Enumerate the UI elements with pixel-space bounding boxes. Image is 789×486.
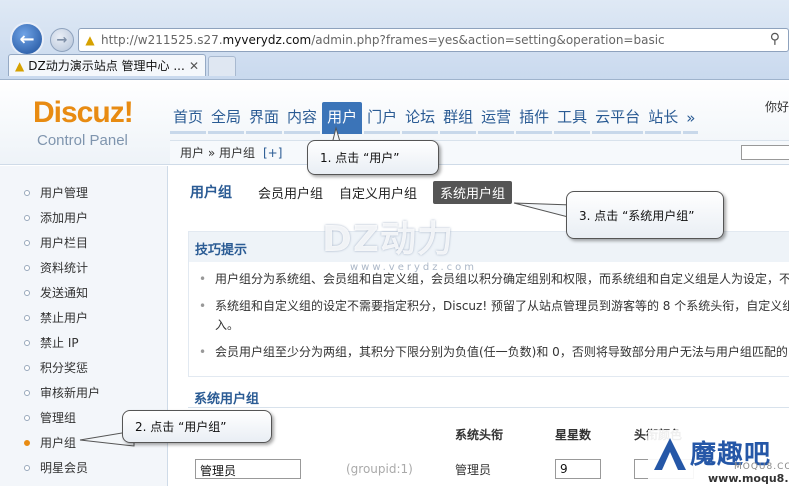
- callout-tails: [79, 126, 573, 447]
- moqu-logo: 魔趣吧 MOQU8.COM www.moqu8.com: [648, 430, 789, 486]
- moqu-mark-icon: [654, 438, 686, 470]
- callout-step-1: 1. 点击 “用户”: [307, 140, 439, 175]
- callout-step-3: 3. 点击 “系统用户组”: [566, 191, 724, 239]
- brand-domain: MOQU8.COM: [734, 462, 789, 472]
- brand-url: www.moqu8.com: [708, 472, 789, 485]
- callout-step-2: 2. 点击 “用户组”: [122, 410, 272, 443]
